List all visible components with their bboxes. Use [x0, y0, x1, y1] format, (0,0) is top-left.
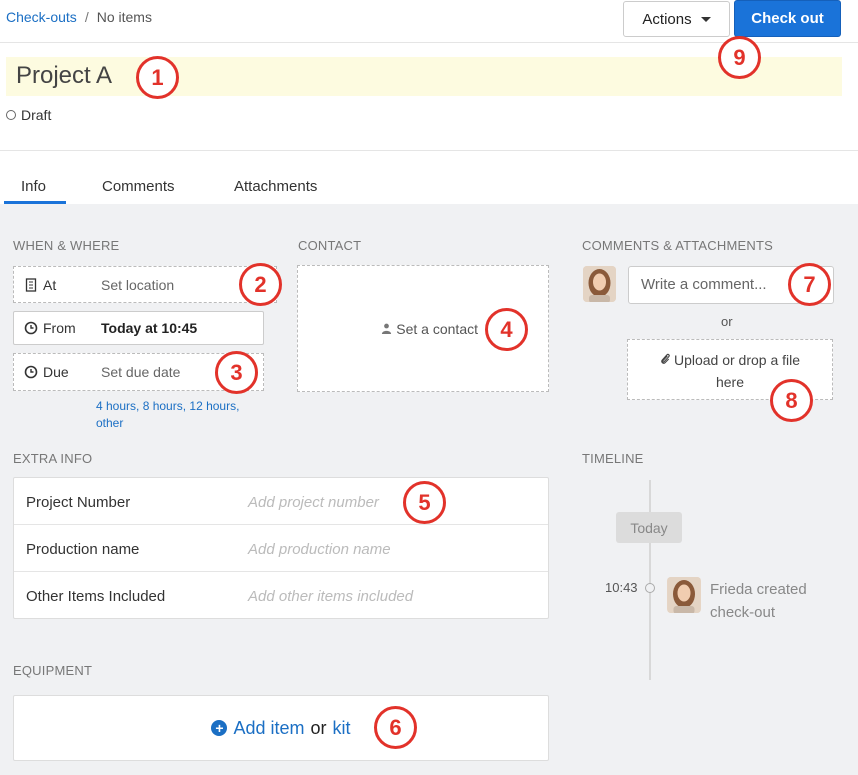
callout-6: 6	[374, 706, 417, 749]
from-value: Today at 10:45	[101, 320, 198, 336]
avatar	[583, 266, 616, 302]
breadcrumb-checkouts-link[interactable]: Check-outs	[6, 9, 77, 25]
tab-info[interactable]: Info	[21, 178, 46, 195]
add-kit-link[interactable]: kit	[333, 718, 351, 739]
contact-heading: CONTACT	[298, 238, 362, 253]
person-icon	[382, 323, 392, 334]
header-divider	[0, 150, 858, 151]
extra-info-heading: EXTRA INFO	[13, 451, 93, 466]
page-title[interactable]: Project A	[16, 62, 112, 90]
breadcrumb-separator: /	[84, 9, 89, 25]
quick-option-12-hours[interactable]: 12 hours	[189, 399, 236, 413]
table-row[interactable]: Production name Add production name	[14, 525, 548, 572]
timeline-heading: TIMELINE	[582, 451, 644, 466]
when-where-heading: WHEN & WHERE	[13, 238, 120, 253]
timeline-line	[649, 480, 651, 680]
tab-comments[interactable]: Comments	[102, 178, 175, 195]
due-label: Due	[43, 364, 69, 380]
quick-option-8-hours[interactable]: 8 hours	[143, 399, 183, 413]
paperclip-icon	[661, 353, 670, 364]
plus-circle-icon[interactable]: +	[211, 720, 228, 736]
timeline-day-badge: Today	[616, 512, 682, 543]
add-item-link[interactable]: Add item	[233, 718, 304, 739]
extra-info-table: Project Number Add project number Produc…	[13, 477, 549, 619]
check-out-button[interactable]: Check out	[734, 0, 841, 37]
timeline-event-line2: check-out	[710, 604, 776, 621]
avatar	[667, 577, 701, 613]
building-icon	[25, 277, 37, 292]
from-field[interactable]: From Today at 10:45	[13, 311, 264, 345]
callout-9: 9	[718, 36, 761, 79]
breadcrumb-current: No items	[96, 9, 152, 25]
clock-icon	[24, 365, 38, 379]
caret-down-icon	[700, 16, 711, 22]
title-highlight: Project A	[6, 57, 842, 96]
contact-placeholder: Set a contact	[396, 320, 478, 337]
at-label: At	[43, 276, 57, 293]
timeline-dot-icon	[645, 583, 655, 593]
comments-heading: COMMENTS & ATTACHMENTS	[582, 238, 773, 253]
quick-option-4-hours[interactable]: 4 hours	[96, 399, 136, 413]
top-bar: Check-outs / No items Actions Check out	[0, 0, 858, 43]
breadcrumb: Check-outs / No items	[6, 9, 152, 25]
quick-option-other[interactable]: other	[96, 416, 123, 430]
tab-attachments[interactable]: Attachments	[234, 178, 317, 195]
table-row[interactable]: Project Number Add project number	[14, 478, 548, 525]
status-text: Draft	[21, 107, 52, 123]
upload-label-line2: here	[715, 374, 745, 390]
production-name-input[interactable]: Add production name	[248, 541, 391, 558]
callout-4: 4	[485, 308, 528, 351]
draft-circle-icon	[6, 110, 16, 120]
callout-8: 8	[770, 379, 813, 422]
other-items-input[interactable]: Add other items included	[248, 588, 413, 605]
equipment-heading: EQUIPMENT	[13, 663, 93, 678]
callout-2: 2	[239, 263, 282, 306]
due-quick-options: 4 hours, 8 hours, 12 hours, other	[96, 399, 240, 430]
equipment-panel: + Add item or kit	[13, 695, 549, 761]
callout-5: 5	[403, 481, 446, 524]
timeline-event-text: Frieda created check-out	[710, 578, 807, 624]
location-field[interactable]: At Set location	[13, 266, 277, 303]
upload-label-line1: Upload or drop a file	[673, 352, 801, 368]
due-value: Set due date	[101, 364, 181, 380]
from-label: From	[43, 320, 76, 336]
timeline-event-line1: Frieda created	[710, 581, 807, 598]
production-name-label: Production name	[26, 541, 140, 558]
or-text: or	[310, 717, 327, 738]
tab-bar: Info Comments Attachments	[0, 168, 858, 204]
project-number-input[interactable]: Add project number	[248, 494, 379, 511]
clock-icon	[24, 321, 38, 335]
callout-7: 7	[788, 263, 831, 306]
project-number-label: Project Number	[26, 494, 131, 511]
callout-3: 3	[215, 351, 258, 394]
callout-1: 1	[136, 56, 179, 99]
table-row[interactable]: Other Items Included Add other items inc…	[14, 572, 548, 619]
or-text: or	[721, 314, 733, 329]
timeline-event-time: 10:43	[605, 580, 638, 595]
other-items-label: Other Items Included	[26, 588, 166, 605]
user-photo-icon	[583, 266, 616, 302]
status-indicator: Draft	[6, 107, 51, 123]
location-value: Set location	[101, 276, 175, 293]
actions-dropdown-button[interactable]: Actions	[623, 1, 730, 37]
actions-label: Actions	[642, 10, 692, 28]
user-photo-icon	[667, 577, 701, 613]
